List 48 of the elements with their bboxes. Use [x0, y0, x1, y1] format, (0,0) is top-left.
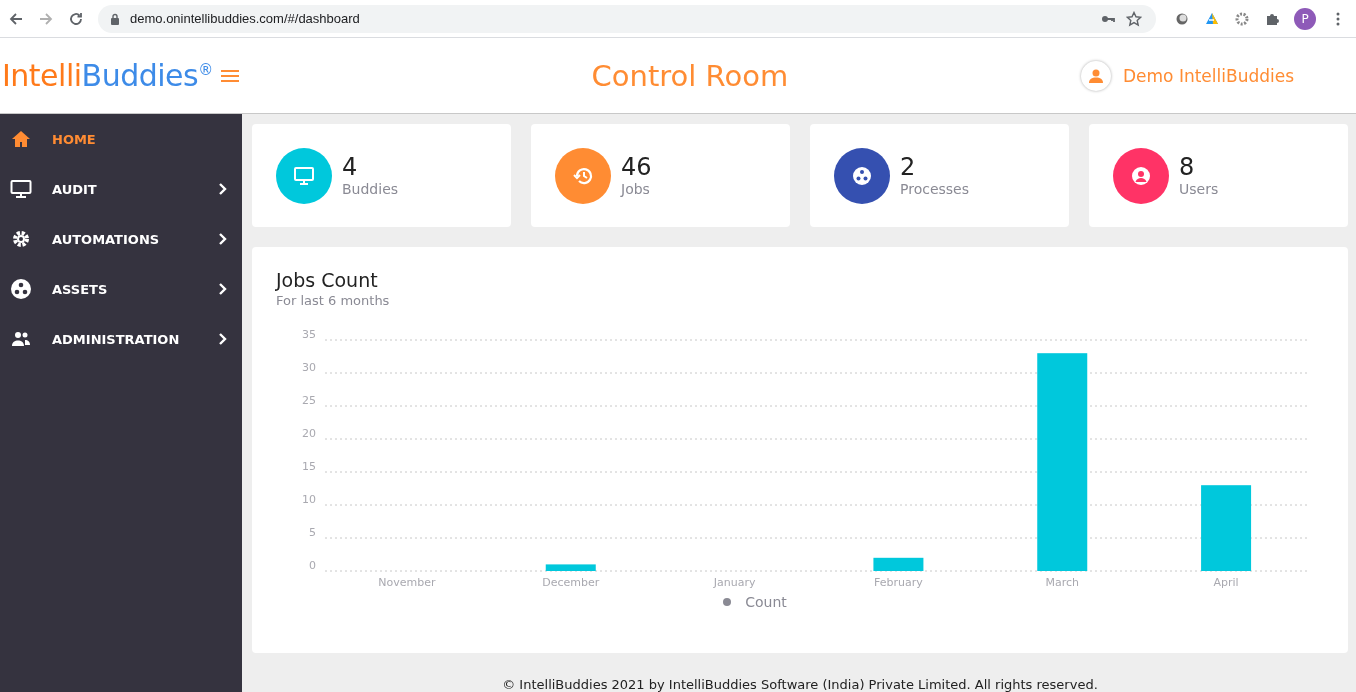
bar	[545, 564, 596, 571]
footer-text: © IntelliBuddies 2021 by IntelliBuddies Software (India) Private Limited. All rights reserved.	[501, 677, 1099, 692]
nav-item[interactable]: ADMINISTRATION	[0, 314, 242, 364]
axis-tick-label: 25	[302, 394, 316, 407]
back-icon[interactable]	[8, 10, 24, 27]
axis-tick-label: 30	[302, 361, 316, 374]
dots-circle-icon	[10, 278, 32, 300]
axis-category-label: February	[874, 576, 923, 589]
stat-value: 8	[1179, 154, 1196, 181]
nav-item[interactable]: HOME	[0, 114, 242, 164]
axis-tick-label: 35	[302, 328, 316, 341]
axis-tick-label: 20	[302, 427, 316, 440]
axis-tick-label: 15	[302, 460, 316, 473]
axis-tick-label: 5	[309, 526, 316, 539]
axis-tick-label: 0	[309, 559, 316, 572]
stat-value: 46	[621, 154, 652, 181]
chevron-icon	[218, 182, 228, 196]
nav-item[interactable]: AUDIT	[0, 164, 242, 214]
nav-item[interactable]: AUTOMATIONS	[0, 214, 242, 264]
reload-icon[interactable]	[68, 10, 84, 27]
nav-item[interactable]: ASSETS	[0, 264, 242, 314]
stat-label: Processes	[900, 180, 969, 197]
stat-label: Buddies	[342, 180, 399, 197]
stat-value: 4	[342, 154, 359, 181]
star-icon[interactable]	[1126, 10, 1142, 27]
chart-title: Jobs Count	[274, 269, 379, 291]
lock-icon	[110, 12, 120, 25]
axis-tick-label: 10	[302, 493, 316, 506]
stat-value: 2	[900, 154, 917, 181]
legend-dot	[723, 598, 732, 606]
home-icon	[10, 128, 32, 150]
bar	[873, 557, 924, 571]
axis-category-label: March	[1045, 576, 1079, 589]
chevron-icon	[218, 332, 228, 346]
page-title: Control Room	[590, 58, 790, 93]
axis-category-label: November	[378, 576, 436, 589]
stat-label: Users	[1179, 180, 1219, 197]
monitor-icon	[10, 178, 32, 200]
stat-label: Jobs	[621, 180, 651, 197]
axis-category-label: April	[1213, 576, 1239, 589]
chevron-icon	[218, 282, 228, 296]
chart-subtitle: For last 6 months	[275, 293, 391, 308]
chevron-icon	[218, 232, 228, 246]
address-bar[interactable]: demo.onintellibuddies.com/#/dashboard	[98, 4, 1156, 33]
axis-category-label: January	[713, 576, 756, 589]
logo[interactable]: IntelliBuddies$^{®}$	[2, 60, 213, 91]
profile-avatar[interactable]: P	[1294, 7, 1316, 30]
axis-category-label: December	[542, 576, 600, 589]
